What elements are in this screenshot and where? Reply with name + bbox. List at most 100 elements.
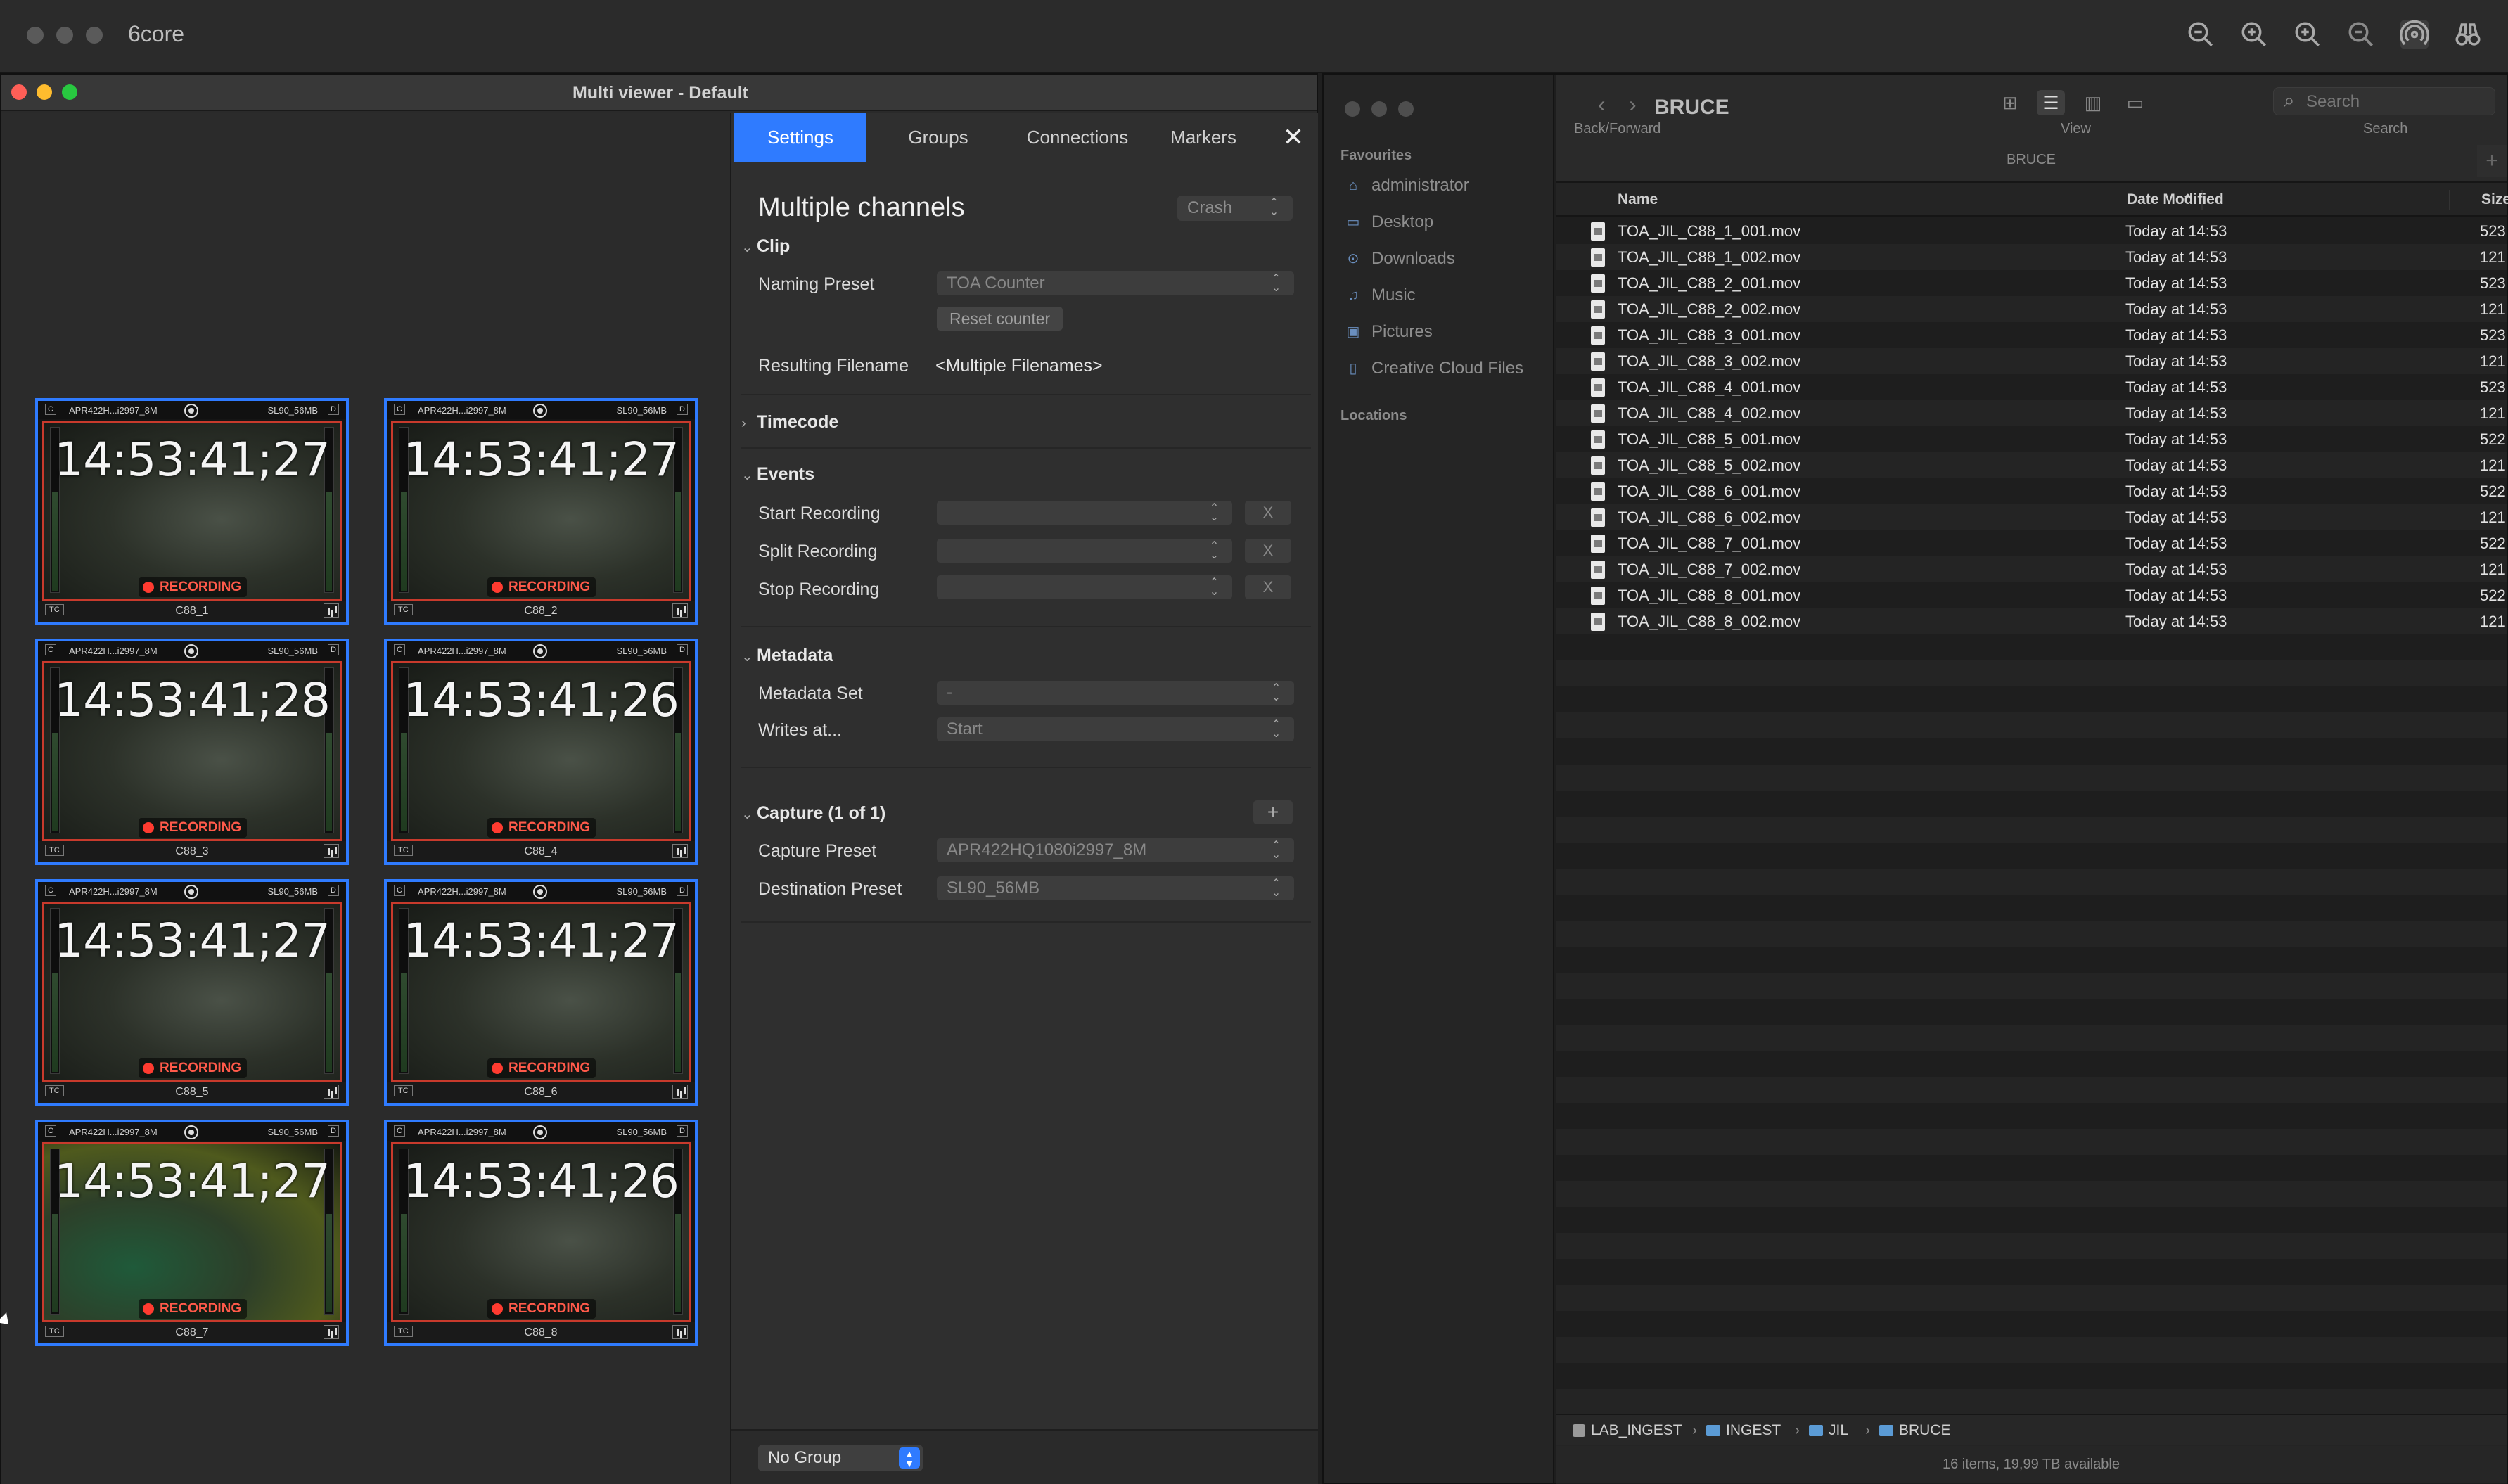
- file-row[interactable]: TOA_JIL_C88_1_002.mov Today at 14:53 121: [1556, 244, 2507, 270]
- channel-tile-c88-8[interactable]: C APR422H...i2997_8M SL90_56MB D 14:53:4…: [384, 1120, 698, 1346]
- file-date: Today at 14:53: [2125, 535, 2227, 552]
- file-row[interactable]: TOA_JIL_C88_2_001.mov Today at 14:53 523: [1556, 270, 2507, 296]
- finder-toolbar: ‹ › Back/Forward BRUCE ⊞ ☰ ▥ ▭ View Sear…: [1556, 75, 2507, 183]
- channel-tile-c88-1[interactable]: C APR422H...i2997_8M SL90_56MB D 14:53:4…: [35, 398, 349, 625]
- start-recording-clear-button[interactable]: X: [1245, 501, 1291, 525]
- path-item-ingest[interactable]: INGEST: [1706, 1422, 1781, 1439]
- file-row[interactable]: TOA_JIL_C88_5_001.mov Today at 14:53 522: [1556, 426, 2507, 452]
- channel-tile-c88-2[interactable]: C APR422H...i2997_8M SL90_56MB D 14:53:4…: [384, 398, 698, 625]
- sidebar-item-downloads[interactable]: ⊙ Downloads: [1345, 245, 1455, 273]
- file-row[interactable]: TOA_JIL_C88_6_001.mov Today at 14:53 522: [1556, 478, 2507, 504]
- resulting-filename-label: Resulting Filename: [758, 356, 909, 376]
- file-row[interactable]: TOA_JIL_C88_5_002.mov Today at 14:53 121: [1556, 452, 2507, 478]
- tile-name: C88_1: [175, 605, 209, 617]
- finder-close-button[interactable]: [1345, 101, 1360, 117]
- tab-groups[interactable]: Groups: [872, 113, 1004, 162]
- add-capture-button[interactable]: +: [1253, 800, 1293, 824]
- channel-tile-c88-5[interactable]: C APR422H...i2997_8M SL90_56MB D 14:53:4…: [35, 879, 349, 1106]
- section-events[interactable]: ⌄ Events: [741, 464, 814, 485]
- capture-preset-select[interactable]: APR422HQ1080i2997_8M: [937, 838, 1294, 862]
- tab-connections[interactable]: Connections: [1006, 113, 1149, 162]
- section-clip[interactable]: ⌄ Clip: [741, 236, 790, 257]
- back-icon[interactable]: ‹: [1598, 91, 1606, 117]
- audio-bars-icon[interactable]: [324, 1085, 339, 1099]
- app-close-button[interactable]: [27, 27, 44, 44]
- file-date: Today at 14:53: [2125, 482, 2227, 500]
- file-row[interactable]: TOA_JIL_C88_7_002.mov Today at 14:53 121: [1556, 556, 2507, 582]
- broadcast-icon[interactable]: [2400, 20, 2429, 49]
- start-recording-select[interactable]: [937, 501, 1232, 525]
- sidebar-item-creative-cloud[interactable]: ▯ Creative Cloud Files: [1345, 354, 1523, 383]
- section-timecode[interactable]: › Timecode: [741, 412, 838, 433]
- metadata-set-select[interactable]: -: [937, 681, 1294, 705]
- app-zoom-button[interactable]: [86, 27, 103, 44]
- audio-bars-icon[interactable]: [324, 1325, 339, 1339]
- file-row[interactable]: TOA_JIL_C88_3_002.mov Today at 14:53 121: [1556, 348, 2507, 374]
- group-select[interactable]: No Group ▲ ▼: [758, 1445, 923, 1471]
- writes-at-select[interactable]: Start: [937, 717, 1294, 741]
- record-indicator-icon: [184, 1125, 198, 1139]
- tile-video: 14:53:41;26 RECORDING: [391, 661, 691, 841]
- file-row[interactable]: TOA_JIL_C88_8_002.mov Today at 14:53 121: [1556, 608, 2507, 634]
- channel-tile-c88-7[interactable]: C APR422H...i2997_8M SL90_56MB D 14:53:4…: [35, 1120, 349, 1346]
- reset-counter-button[interactable]: Reset counter: [937, 307, 1063, 331]
- file-row[interactable]: TOA_JIL_C88_6_002.mov Today at 14:53 121: [1556, 504, 2507, 530]
- zoom-out-icon[interactable]: [2186, 20, 2215, 49]
- forward-icon[interactable]: ›: [1629, 91, 1637, 117]
- section-capture[interactable]: ⌄ Capture (1 of 1): [741, 803, 885, 824]
- file-size: 523: [2480, 222, 2506, 240]
- zoom-actual-icon[interactable]: [2346, 20, 2376, 49]
- file-row[interactable]: TOA_JIL_C88_1_001.mov Today at 14:53 523: [1556, 218, 2507, 244]
- audio-bars-icon[interactable]: [324, 844, 339, 858]
- sidebar-item-music[interactable]: ♫ Music: [1345, 281, 1416, 309]
- path-item-bruce[interactable]: BRUCE: [1879, 1422, 1951, 1439]
- finder-minimize-button[interactable]: [1371, 101, 1387, 117]
- app-minimize-button[interactable]: [56, 27, 73, 44]
- column-name[interactable]: Name: [1618, 191, 1658, 208]
- file-row[interactable]: TOA_JIL_C88_2_002.mov Today at 14:53 121: [1556, 296, 2507, 322]
- destination-preset-select[interactable]: SL90_56MB: [937, 876, 1294, 900]
- grid-view-icon[interactable]: ⊞: [1996, 90, 2024, 115]
- stop-recording-clear-button[interactable]: X: [1245, 575, 1291, 599]
- file-row[interactable]: TOA_JIL_C88_8_001.mov Today at 14:53 522: [1556, 582, 2507, 608]
- column-view-icon[interactable]: ▥: [2079, 90, 2107, 115]
- binoculars-icon[interactable]: [2453, 20, 2483, 49]
- gallery-view-icon[interactable]: ▭: [2121, 90, 2149, 115]
- tab-markers[interactable]: Markers: [1151, 113, 1256, 162]
- split-recording-clear-button[interactable]: X: [1245, 539, 1291, 563]
- path-item-jil[interactable]: JIL: [1809, 1422, 1848, 1439]
- close-icon[interactable]: ✕: [1281, 124, 1305, 150]
- file-row[interactable]: TOA_JIL_C88_3_001.mov Today at 14:53 523: [1556, 322, 2507, 348]
- naming-preset-select[interactable]: TOA Counter: [937, 271, 1294, 295]
- section-metadata[interactable]: ⌄ Metadata: [741, 646, 833, 666]
- sidebar-item-pictures[interactable]: ▣ Pictures: [1345, 318, 1433, 346]
- column-size[interactable]: Size: [2481, 191, 2508, 208]
- tab-settings[interactable]: Settings: [734, 113, 866, 162]
- path-item-lab-ingest[interactable]: LAB_INGEST: [1573, 1422, 1682, 1439]
- channel-tile-c88-3[interactable]: C APR422H...i2997_8M SL90_56MB D 14:53:4…: [35, 639, 349, 865]
- path-item-label: LAB_INGEST: [1591, 1422, 1682, 1438]
- column-date-modified[interactable]: Date Modified: [2127, 191, 2224, 208]
- search-input[interactable]: Search: [2273, 87, 2495, 115]
- file-row[interactable]: TOA_JIL_C88_4_001.mov Today at 14:53 523: [1556, 374, 2507, 400]
- channel-tile-c88-6[interactable]: C APR422H...i2997_8M SL90_56MB D 14:53:4…: [384, 879, 698, 1106]
- split-recording-select[interactable]: [937, 539, 1232, 563]
- list-view-icon[interactable]: ☰: [2037, 90, 2065, 115]
- audio-bars-icon[interactable]: [672, 1325, 688, 1339]
- channel-tile-c88-4[interactable]: C APR422H...i2997_8M SL90_56MB D 14:53:4…: [384, 639, 698, 865]
- audio-bars-icon[interactable]: [672, 603, 688, 618]
- zoom-in-icon[interactable]: [2239, 20, 2269, 49]
- zoom-fit-icon[interactable]: [2293, 20, 2322, 49]
- crash-select[interactable]: Crash: [1177, 196, 1293, 221]
- audio-bars-icon[interactable]: [672, 1085, 688, 1099]
- sidebar-item-desktop[interactable]: ▭ Desktop: [1345, 208, 1434, 236]
- audio-bars-icon[interactable]: [324, 603, 339, 618]
- file-date: Today at 14:53: [2125, 352, 2227, 370]
- add-tab-button[interactable]: +: [2477, 145, 2507, 177]
- stop-recording-select[interactable]: [937, 575, 1232, 599]
- audio-bars-icon[interactable]: [672, 844, 688, 858]
- file-row[interactable]: TOA_JIL_C88_4_002.mov Today at 14:53 121: [1556, 400, 2507, 426]
- sidebar-item-administrator[interactable]: ⌂ administrator: [1345, 172, 1469, 200]
- file-row[interactable]: TOA_JIL_C88_7_001.mov Today at 14:53 522: [1556, 530, 2507, 556]
- finder-zoom-button[interactable]: [1398, 101, 1414, 117]
